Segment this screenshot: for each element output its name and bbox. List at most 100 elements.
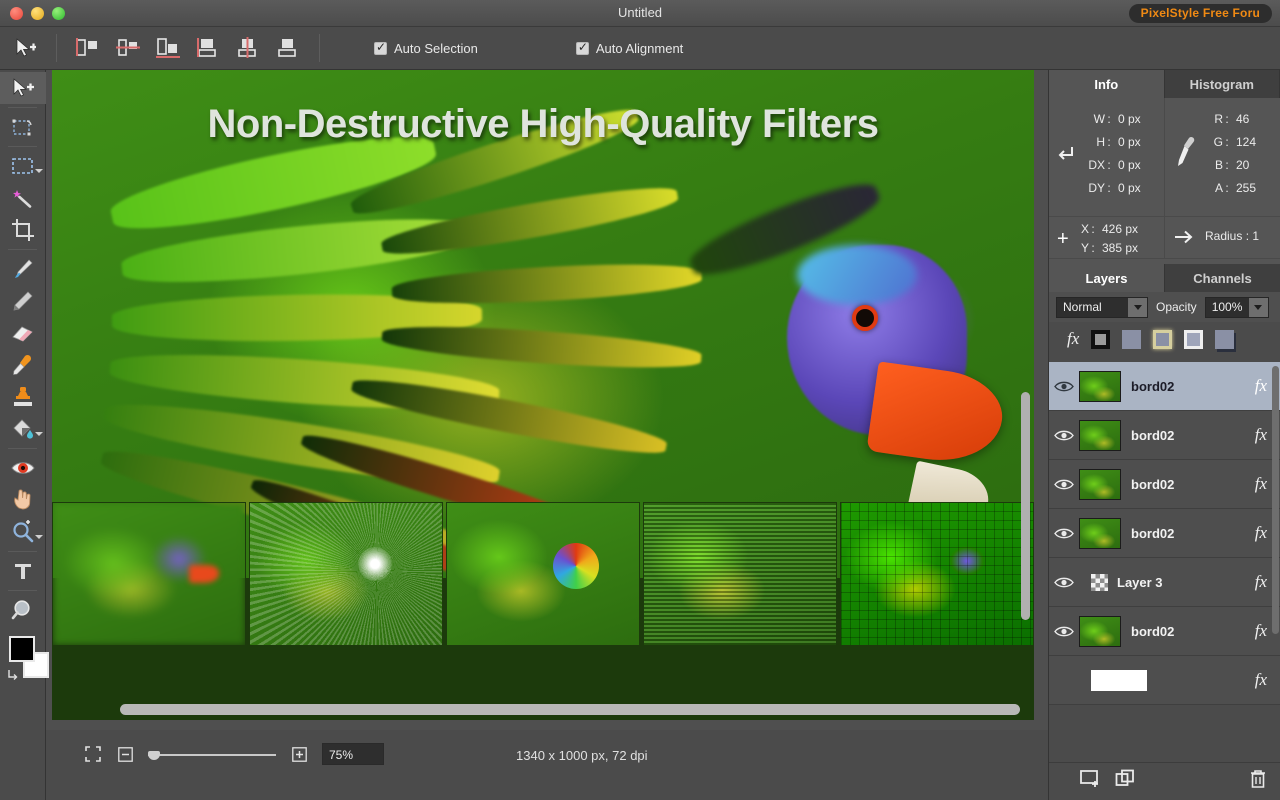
- checkbox-box: [374, 40, 387, 55]
- layer-name: bord02: [1131, 427, 1175, 443]
- colon: :: [1107, 135, 1111, 149]
- layer-row[interactable]: bord02 fx: [1049, 509, 1280, 558]
- loupe-tool-icon: [11, 600, 30, 620]
- canvas-horizontal-scrollbar[interactable]: [120, 704, 1020, 715]
- auto-options: Auto Selection Auto Alignment: [374, 40, 683, 56]
- foreground-color-swatch[interactable]: [9, 636, 35, 662]
- key: DX: [1088, 158, 1105, 172]
- tool-crop[interactable]: [0, 214, 46, 246]
- auto-selection-checkbox[interactable]: Auto Selection: [374, 40, 478, 56]
- visibility-toggle-icon[interactable]: [1049, 527, 1079, 540]
- layer-list[interactable]: bord02 fx bord02 fx bord02 fx bord02 fx …: [1049, 362, 1280, 762]
- value: 124: [1236, 135, 1257, 149]
- thumb-motion-blur[interactable]: [52, 502, 246, 646]
- thumb-glitch[interactable]: [643, 502, 837, 646]
- filmstrip: [52, 500, 1034, 648]
- tool-eyedropper[interactable]: [0, 349, 46, 381]
- chevron-down-icon: [35, 535, 43, 539]
- thumb-color-halo[interactable]: [446, 502, 640, 646]
- visibility-toggle-icon[interactable]: [1049, 429, 1079, 442]
- tool-marquee[interactable]: [0, 150, 46, 182]
- tab-layers[interactable]: Layers: [1049, 264, 1165, 292]
- opacity-dropdown[interactable]: 100%: [1204, 296, 1269, 318]
- tool-transform[interactable]: [0, 111, 46, 143]
- tool-move[interactable]: [0, 72, 46, 104]
- zoom-out-button[interactable]: [116, 745, 134, 763]
- key: R: [1214, 112, 1223, 126]
- thumb-zoom-blur[interactable]: [249, 502, 443, 646]
- zoom-in-button[interactable]: [290, 745, 308, 763]
- radius-label: Radius : 1: [1205, 229, 1259, 243]
- tab-channels[interactable]: Channels: [1165, 264, 1280, 292]
- effect-none-swatch[interactable]: [1122, 329, 1142, 349]
- effect-stroke-swatch[interactable]: [1091, 329, 1111, 349]
- pixelstyle-window: Untitled PixelStyle Free Foru ✓ Auto Sel…: [0, 0, 1280, 800]
- blend-mode-dropdown[interactable]: Normal: [1056, 296, 1148, 318]
- value: 0 px: [1118, 112, 1141, 126]
- effect-drop-shadow-swatch[interactable]: [1215, 329, 1235, 349]
- align-top-button[interactable]: [191, 33, 225, 63]
- tool-eraser[interactable]: [0, 317, 46, 349]
- value: 0 px: [1118, 135, 1141, 149]
- color-swatches[interactable]: [7, 636, 49, 680]
- key: Y: [1080, 241, 1089, 255]
- swap-colors-icon[interactable]: [7, 668, 19, 680]
- crosshair-icon: +: [1057, 228, 1069, 250]
- layers-scrollbar[interactable]: [1272, 366, 1279, 634]
- divider: [8, 448, 37, 449]
- value: 385 px: [1102, 241, 1139, 255]
- align-center-vertical-button[interactable]: [231, 33, 265, 63]
- thumb-pixelate[interactable]: [840, 502, 1034, 646]
- chevron-down-icon: [1128, 297, 1147, 317]
- new-layer-button[interactable]: [1079, 769, 1099, 794]
- layer-row[interactable]: bord02 fx: [1049, 460, 1280, 509]
- canvas-area[interactable]: Non-Destructive High-Quality Filters: [52, 70, 1034, 720]
- layer-row[interactable]: bord02 fx: [1049, 607, 1280, 656]
- tool-loupe[interactable]: [0, 594, 46, 626]
- visibility-toggle-icon[interactable]: [1049, 576, 1079, 589]
- key: H: [1096, 135, 1105, 149]
- tool-stamp[interactable]: [0, 381, 46, 413]
- layer-row[interactable]: fx: [1049, 656, 1280, 705]
- tool-magic-wand[interactable]: [0, 182, 46, 214]
- slider-knob[interactable]: [148, 751, 160, 760]
- tool-red-eye[interactable]: [0, 452, 46, 484]
- move-tool-indicator[interactable]: [8, 37, 42, 59]
- tab-histogram[interactable]: Histogram: [1164, 70, 1280, 98]
- info-position-grid: + X : 426 px Y : 385 px Radius: 1: [1049, 216, 1280, 258]
- promo-badge[interactable]: PixelStyle Free Foru: [1128, 4, 1272, 23]
- tool-text[interactable]: [0, 555, 46, 587]
- info-row-g: G : 124: [1207, 131, 1256, 154]
- auto-alignment-checkbox[interactable]: Auto Alignment: [575, 40, 683, 56]
- visibility-toggle-icon[interactable]: [1049, 625, 1079, 638]
- layer-row[interactable]: Layer 3 fx: [1049, 558, 1280, 607]
- paint-bucket-tool-icon: [13, 419, 33, 439]
- value: 0 px: [1118, 158, 1141, 172]
- visibility-toggle-icon[interactable]: [1049, 478, 1079, 491]
- layer-row[interactable]: bord02 fx: [1049, 362, 1280, 411]
- canvas-vertical-scrollbar[interactable]: [1021, 392, 1030, 620]
- tool-paint-bucket[interactable]: [0, 413, 46, 445]
- colon: :: [1107, 181, 1111, 195]
- layer-row[interactable]: bord02 fx: [1049, 411, 1280, 460]
- tool-zoom[interactable]: [0, 516, 46, 548]
- align-left-button[interactable]: [71, 33, 105, 63]
- tool-brush[interactable]: [0, 253, 46, 285]
- duplicate-layer-button[interactable]: [1115, 769, 1135, 794]
- align-right-button[interactable]: [151, 33, 185, 63]
- visibility-toggle-icon[interactable]: [1049, 380, 1079, 393]
- fit-screen-button[interactable]: [84, 745, 102, 763]
- zoom-in-icon: [291, 746, 307, 762]
- layer-fx-icon[interactable]: fx: [1255, 670, 1280, 690]
- zoom-value-input[interactable]: 75%: [322, 743, 384, 765]
- zoom-slider[interactable]: [148, 746, 276, 762]
- align-bottom-icon: [278, 39, 296, 57]
- tool-hand[interactable]: [0, 484, 46, 516]
- align-bottom-button[interactable]: [271, 33, 305, 63]
- effect-outer-glow-swatch[interactable]: [1153, 329, 1173, 349]
- tool-pencil[interactable]: [0, 285, 46, 317]
- tab-info[interactable]: Info: [1049, 70, 1165, 98]
- delete-layer-button[interactable]: [1249, 769, 1267, 794]
- effect-inner-glow-swatch[interactable]: [1184, 329, 1204, 349]
- align-center-horizontal-button[interactable]: [111, 33, 145, 63]
